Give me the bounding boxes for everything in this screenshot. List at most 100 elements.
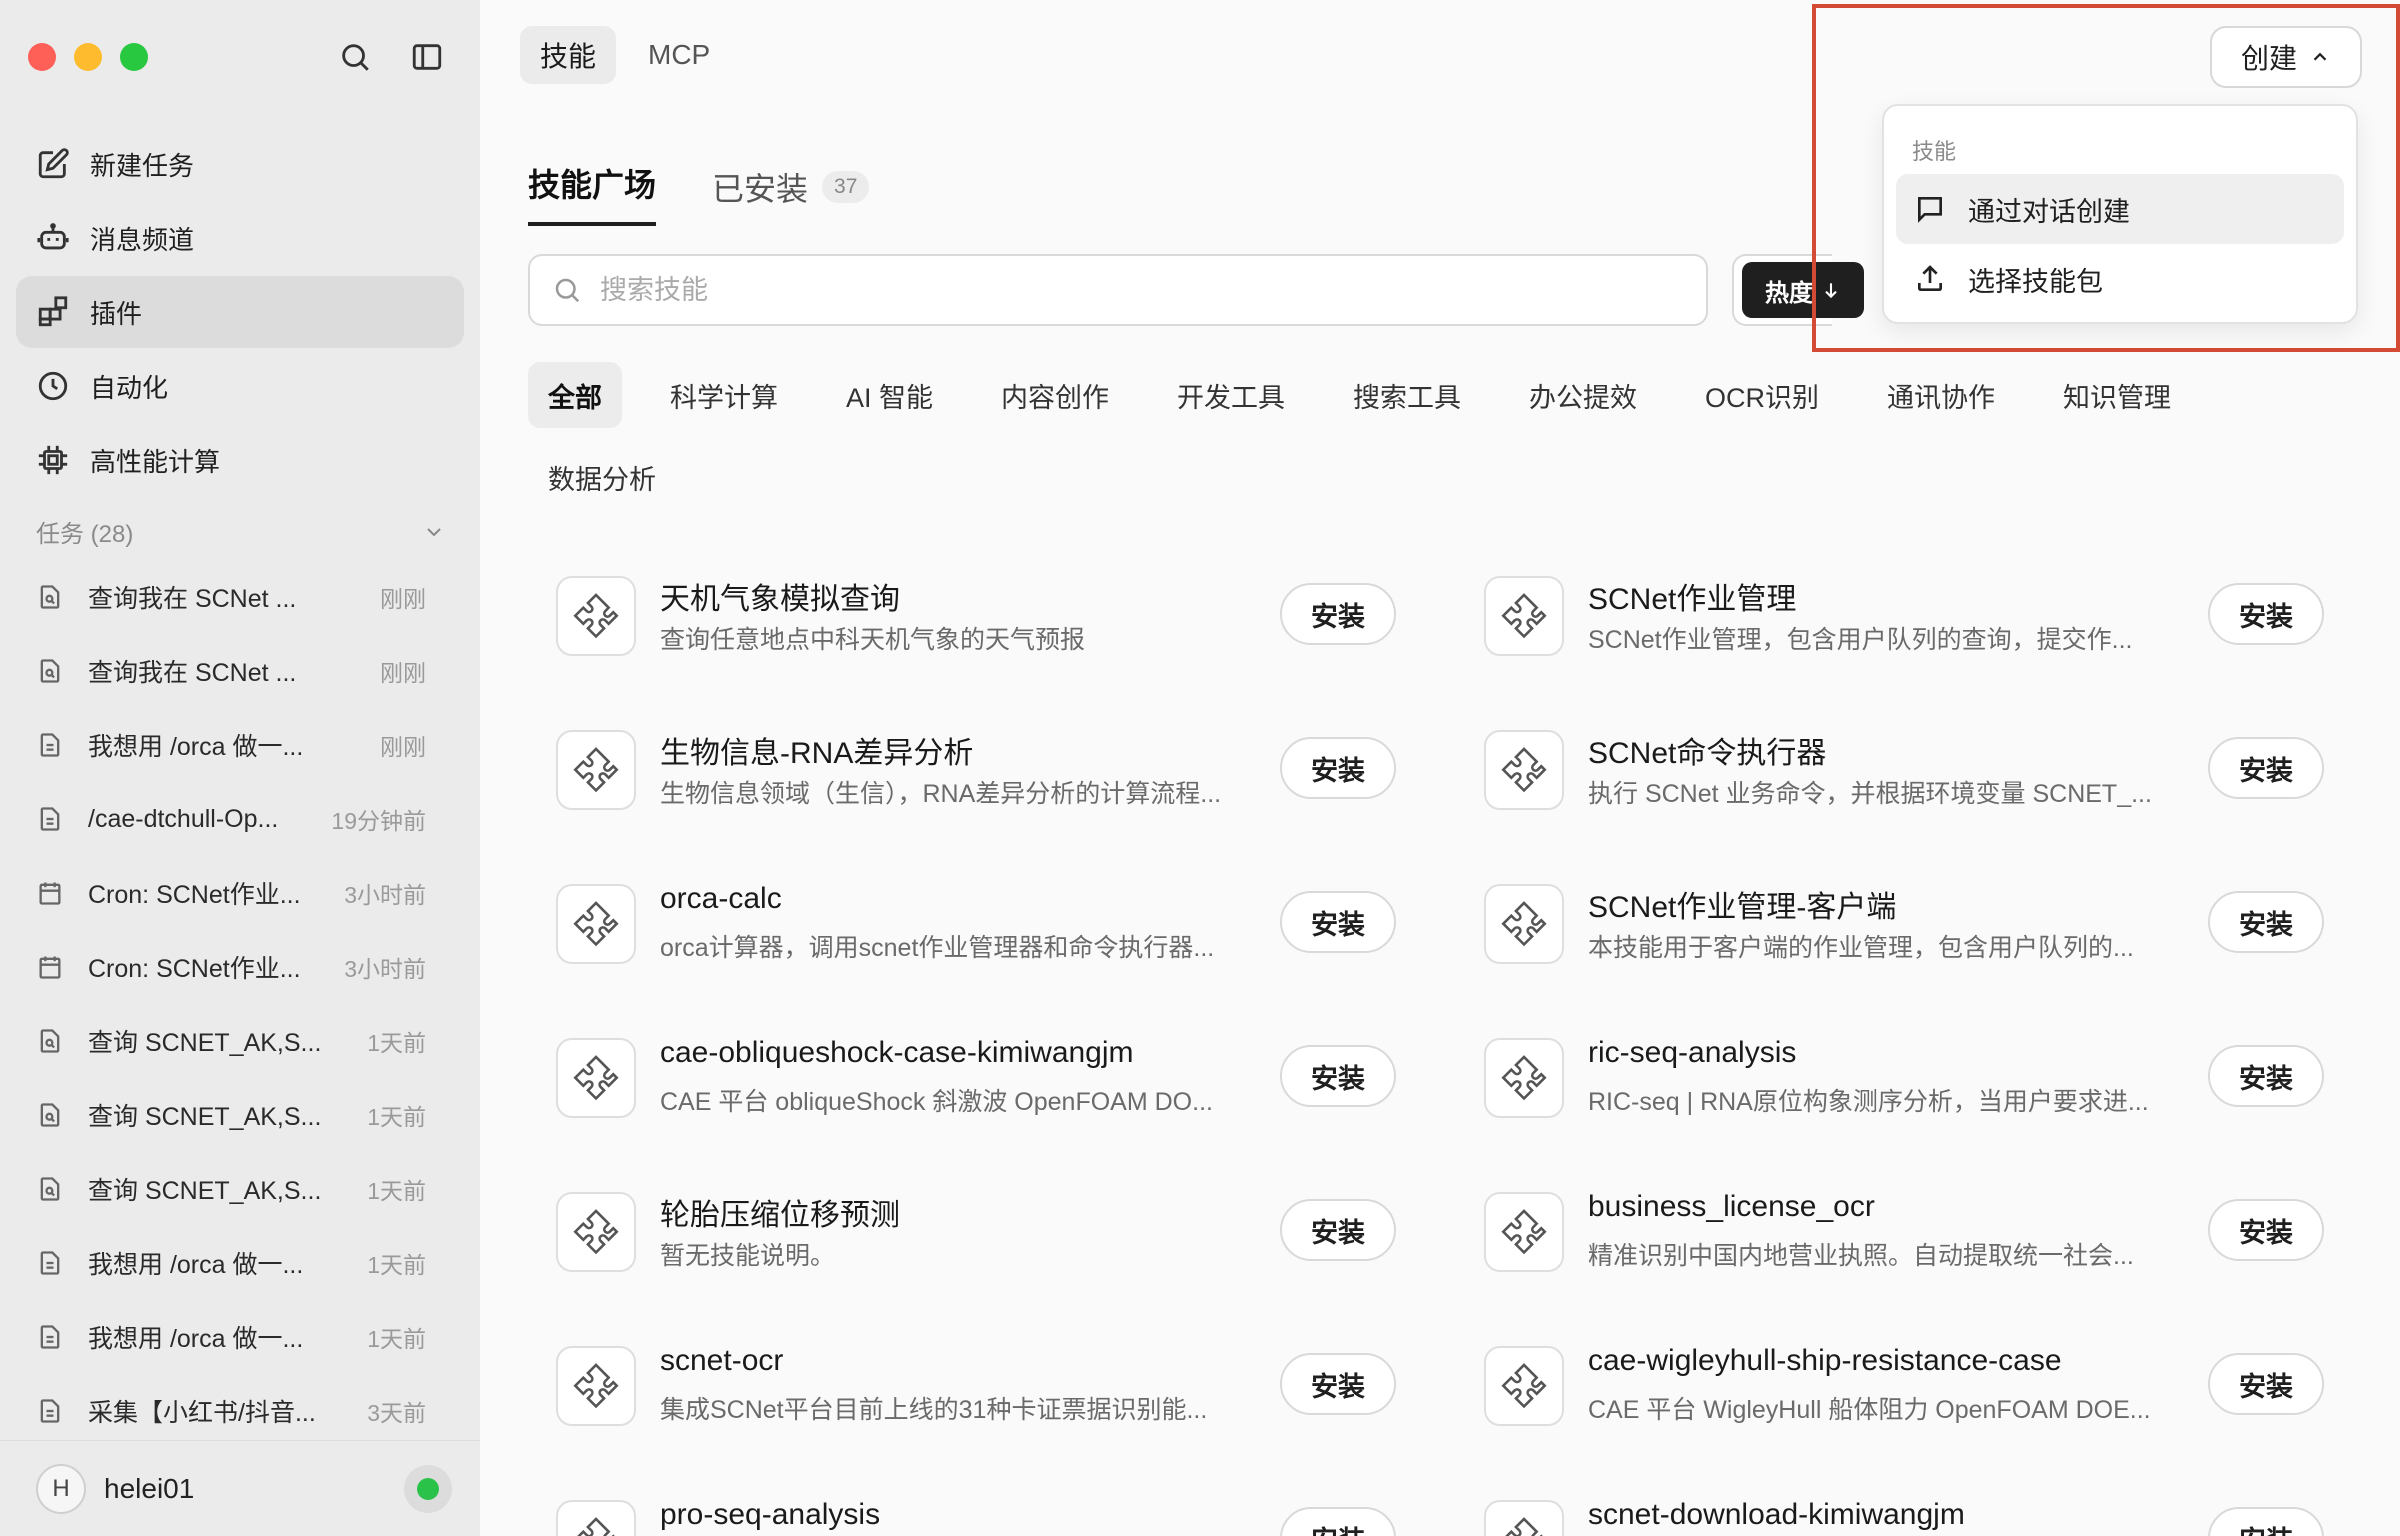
search-box[interactable] — [528, 254, 1708, 326]
category-office[interactable]: 办公提效 — [1509, 362, 1657, 428]
list-item[interactable]: 查询我在 SCNet ... 刚刚 — [36, 634, 426, 708]
puzzle-icon — [1484, 1500, 1564, 1536]
chip-icon — [38, 445, 68, 475]
skill-card[interactable]: SCNet作业管理-客户端 本技能用于客户端的作业管理，包含用户队列的... 安… — [1484, 868, 2334, 978]
maximize-window-button[interactable] — [120, 43, 148, 71]
puzzle-icon — [556, 1038, 636, 1118]
list-item[interactable]: 我想用 /orca 做一... 1天前 — [36, 1300, 426, 1374]
puzzle-icon — [556, 730, 636, 810]
puzzle-icon — [556, 884, 636, 964]
create-via-chat-item[interactable]: 通过对话创建 — [1896, 174, 2344, 244]
install-button[interactable]: 安装 — [2208, 1507, 2324, 1536]
skill-card[interactable]: 天机气象模拟查询 查询任意地点中科天机气象的天气预报 安装 — [556, 560, 1406, 670]
sidebar-item-new-task[interactable]: 新建任务 — [16, 128, 464, 200]
search-input[interactable] — [600, 274, 1706, 306]
install-button[interactable]: 安装 — [2208, 1199, 2324, 1261]
category-scientific[interactable]: 科学计算 — [650, 362, 798, 428]
doc-icon — [40, 1399, 60, 1423]
avatar[interactable]: H — [36, 1463, 86, 1514]
skill-name: scnet-download-kimiwangjm — [1588, 1498, 1965, 1531]
skill-card[interactable]: scnet-ocr 集成SCNet平台目前上线的31种卡证票据识别能... 安装 — [556, 1330, 1406, 1440]
install-button[interactable]: 安装 — [1280, 891, 1396, 953]
task-title: 查询我在 SCNet ... — [88, 659, 297, 687]
list-item[interactable]: 查询 SCNET_AK,S... 1天前 — [36, 1152, 426, 1226]
install-button[interactable]: 安装 — [1280, 1045, 1396, 1107]
sidebar-item-automation[interactable]: 自动化 — [16, 350, 464, 422]
skill-card[interactable]: orca-calc orca计算器，调用scnet作业管理器和命令执行器... … — [556, 868, 1406, 978]
install-button[interactable]: 安装 — [1280, 583, 1396, 645]
create-button[interactable]: 创建 — [2210, 26, 2362, 88]
install-button[interactable]: 安装 — [1280, 1353, 1396, 1415]
install-button[interactable]: 安装 — [1280, 737, 1396, 799]
install-button[interactable]: 安装 — [2208, 583, 2324, 645]
list-item[interactable]: Cron: SCNet作业... 3小时前 — [36, 930, 426, 1004]
username: helei01 — [104, 1472, 195, 1504]
skill-card[interactable]: cae-wigleyhull-ship-resistance-case CAE … — [1484, 1330, 2334, 1440]
top-tabs: 技能 MCP — [520, 26, 730, 84]
skill-card[interactable]: 轮胎压缩位移预测 暂无技能说明。 安装 — [556, 1176, 1406, 1286]
task-time: 3小时前 — [344, 882, 426, 908]
sort-button[interactable]: 热度 — [1742, 262, 1864, 318]
skill-card[interactable]: pro-seq-analysis 安装 — [556, 1484, 1406, 1536]
category-knowledge[interactable]: 知识管理 — [2043, 362, 2191, 428]
doc-icon — [40, 733, 60, 757]
category-data-analysis[interactable]: 数据分析 — [528, 444, 676, 510]
category-devtools[interactable]: 开发工具 — [1157, 362, 1305, 428]
category-ai[interactable]: AI 智能 — [826, 362, 953, 428]
sidebar-item-label: 新建任务 — [90, 150, 195, 181]
install-button[interactable]: 安装 — [2208, 1353, 2324, 1415]
skill-name: SCNet作业管理-客户端 — [1588, 891, 1897, 924]
skill-card[interactable]: 生物信息-RNA差异分析 生物信息领域（生信），RNA差异分析的计算流程... … — [556, 714, 1406, 824]
task-title: Cron: SCNet作业... — [88, 881, 301, 909]
skill-name: SCNet作业管理 — [1588, 583, 1797, 616]
search-icon[interactable] — [336, 38, 374, 76]
category-ocr[interactable]: OCR识别 — [1685, 362, 1839, 428]
install-button[interactable]: 安装 — [1280, 1199, 1396, 1261]
skill-card[interactable]: scnet-download-kimiwangjm 安装 — [1484, 1484, 2334, 1536]
tab-mcp[interactable]: MCP — [628, 26, 730, 84]
doc-icon — [40, 1325, 60, 1349]
task-time: 3天前 — [367, 1400, 426, 1426]
task-time: 1天前 — [367, 1326, 426, 1352]
list-item[interactable]: 我想用 /orca 做一... 刚刚 — [36, 708, 426, 782]
user-bar[interactable]: H helei01 — [0, 1440, 480, 1536]
install-button[interactable]: 安装 — [2208, 737, 2324, 799]
install-button[interactable]: 安装 — [1280, 1507, 1396, 1536]
category-communication[interactable]: 通讯协作 — [1867, 362, 2015, 428]
tab-skills[interactable]: 技能 — [520, 26, 617, 84]
puzzle-icon — [1484, 1038, 1564, 1118]
list-item[interactable]: 查询我在 SCNet ... 刚刚 — [36, 560, 426, 634]
tab-installed[interactable]: 已安装 37 — [712, 164, 870, 226]
list-item[interactable]: 查询 SCNET_AK,S... 1天前 — [36, 1004, 426, 1078]
category-search-tools[interactable]: 搜索工具 — [1333, 362, 1481, 428]
minimize-window-button[interactable] — [74, 43, 102, 71]
skill-card[interactable]: SCNet命令执行器 执行 SCNet 业务命令，并根据环境变量 SCNET_.… — [1484, 714, 2334, 824]
category-all[interactable]: 全部 — [528, 362, 622, 428]
select-skill-package-item[interactable]: 选择技能包 — [1896, 244, 2344, 314]
doc-icon — [40, 1251, 60, 1275]
create-button-label: 创建 — [2240, 43, 2297, 74]
sidebar-item-plugins[interactable]: 插件 — [16, 276, 464, 348]
skill-card[interactable]: cae-obliqueshock-case-kimiwangjm CAE 平台 … — [556, 1022, 1406, 1132]
category-content[interactable]: 内容创作 — [981, 362, 1129, 428]
install-button[interactable]: 安装 — [2208, 1045, 2324, 1107]
list-item[interactable]: 查询 SCNET_AK,S... 1天前 — [36, 1078, 426, 1152]
status-indicator[interactable] — [404, 1464, 452, 1513]
install-button[interactable]: 安装 — [2208, 891, 2324, 953]
tasks-header[interactable]: 任务 (28) — [36, 514, 446, 549]
sidebar-item-hpc[interactable]: 高性能计算 — [16, 424, 464, 496]
sidebar-toggle-icon[interactable] — [408, 38, 446, 76]
skill-card[interactable]: SCNet作业管理 SCNet作业管理，包含用户队列的查询，提交作... 安装 — [1484, 560, 2334, 670]
tab-skill-market[interactable]: 技能广场 — [528, 160, 657, 226]
list-item[interactable]: 我想用 /orca 做一... 1天前 — [36, 1226, 426, 1300]
sidebar-item-channels[interactable]: 消息频道 — [16, 202, 464, 274]
puzzle-icon — [556, 1346, 636, 1426]
list-item[interactable]: Cron: SCNet作业... 3小时前 — [36, 856, 426, 930]
list-item[interactable]: /cae-dtchull-Op... 19分钟前 — [36, 782, 426, 856]
close-window-button[interactable] — [28, 43, 56, 71]
skill-card[interactable]: business_license_ocr 精准识别中国内地营业执照。自动提取统一… — [1484, 1176, 2334, 1286]
task-time: 1天前 — [367, 1178, 426, 1204]
skill-card[interactable]: ric-seq-analysis RIC-seq | RNA原位构象测序分析，当… — [1484, 1022, 2334, 1132]
task-time: 1天前 — [367, 1252, 426, 1278]
list-item[interactable]: 采集【小红书/抖音... 3天前 — [36, 1374, 426, 1448]
